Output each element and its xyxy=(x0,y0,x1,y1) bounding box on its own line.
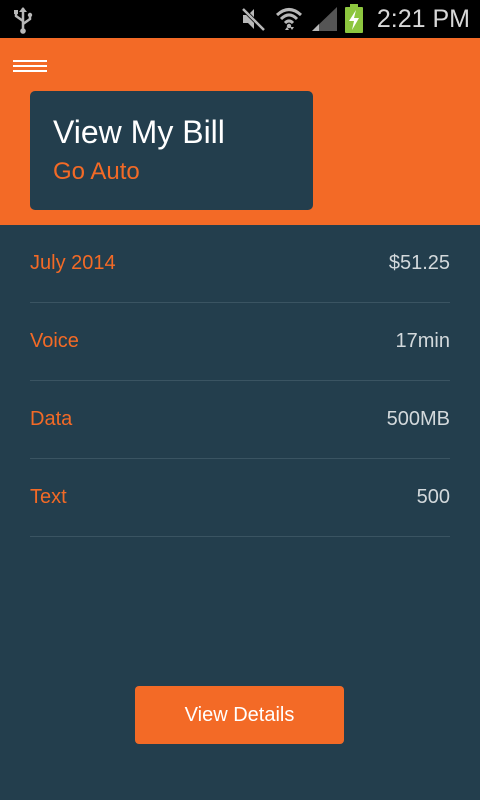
go-auto-link[interactable]: Go Auto xyxy=(53,157,140,187)
row-label: July 2014 xyxy=(30,252,116,274)
row-label: Data xyxy=(30,408,73,430)
view-bill-card: View My Bill Go Auto xyxy=(30,91,313,210)
app-header: View My Bill Go Auto xyxy=(0,38,480,225)
mute-icon xyxy=(240,6,266,36)
signal-icon xyxy=(310,6,338,36)
page-title: View My Bill xyxy=(53,114,225,150)
row-value: 500 xyxy=(416,486,450,508)
battery-charging-icon xyxy=(344,4,364,38)
view-details-button[interactable]: View Details xyxy=(135,686,344,744)
list-item-data: Data 500MB xyxy=(30,381,450,459)
row-value: 500MB xyxy=(386,408,450,430)
row-label: Voice xyxy=(30,330,79,352)
status-time: 2:21 PM xyxy=(376,5,470,33)
row-label: Text xyxy=(30,486,67,508)
status-bar: 2:21 PM xyxy=(0,0,480,38)
bill-summary-list: July 2014 $51.25 Voice 17min Data 500MB … xyxy=(30,225,450,537)
hamburger-menu-icon[interactable] xyxy=(13,60,47,76)
list-item-text: Text 500 xyxy=(30,459,450,537)
usb-icon xyxy=(12,6,34,38)
row-value: 17min xyxy=(395,330,450,352)
wifi-icon xyxy=(275,5,303,37)
row-value: $51.25 xyxy=(388,252,450,274)
list-item-voice: Voice 17min xyxy=(30,303,450,381)
list-item-billing-period: July 2014 $51.25 xyxy=(30,225,450,303)
